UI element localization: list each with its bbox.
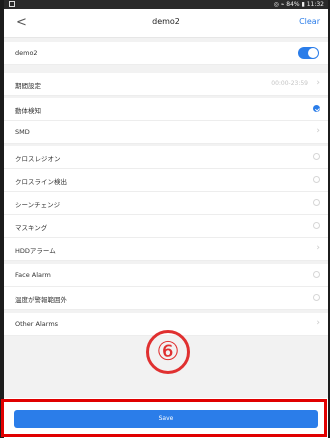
device-label: demo2 (15, 49, 38, 57)
setting-row[interactable]: SMD › (4, 121, 328, 144)
setting-row[interactable]: クロスレジオン (4, 146, 328, 169)
notification-icon (9, 1, 15, 7)
chevron-right-icon: › (316, 243, 320, 253)
page-title: demo2 (152, 17, 180, 26)
device-row: demo2 (4, 42, 328, 65)
radio-icon[interactable] (313, 176, 320, 183)
app-frame: ◎ ⌁ 84% ▮ 11:32 < demo2 Clear demo2 期間設定… (4, 0, 328, 438)
status-info: ◎ ⌁ 84% ▮ 11:32 (273, 1, 324, 8)
setting-label: クロスレジオン (15, 155, 61, 163)
alarm-list: 期間設定 00:00-23:59 › 動体検知 SMD › クロスレジオン クロスライン検出シ… (4, 73, 328, 336)
setting-row[interactable]: マスキング (4, 215, 328, 238)
section-gap (4, 65, 328, 73)
setting-row[interactable]: 温度が警報範囲外 (4, 287, 328, 310)
device-toggle[interactable] (298, 47, 319, 59)
chevron-right-icon: › (316, 318, 320, 328)
setting-row[interactable]: 動体検知 (4, 98, 328, 121)
setting-label: シーンチェンジ (15, 201, 61, 209)
setting-row[interactable]: Face Alarm (4, 264, 328, 287)
status-bar: ◎ ⌁ 84% ▮ 11:32 (4, 0, 328, 9)
setting-row[interactable]: HDDアラーム › (4, 238, 328, 261)
radio-icon[interactable] (313, 199, 320, 206)
radio-icon[interactable] (313, 294, 320, 301)
setting-label: 温度が警報範囲外 (15, 296, 67, 304)
setting-label: 動体検知 (15, 107, 41, 115)
radio-icon[interactable] (313, 153, 320, 160)
setting-value: 00:00-23:59 (271, 80, 308, 87)
chevron-right-icon: › (316, 78, 320, 88)
save-button[interactable]: Save (14, 410, 318, 428)
setting-label: クロスライン検出 (15, 178, 67, 186)
step-marker: ⑥ (146, 330, 190, 374)
setting-row[interactable]: シーンチェンジ (4, 192, 328, 215)
setting-label: HDDアラーム (15, 247, 56, 255)
setting-label: SMD (15, 128, 30, 136)
chevron-right-icon: › (316, 126, 320, 136)
setting-label: Face Alarm (15, 271, 51, 279)
setting-label: マスキング (15, 224, 48, 232)
check-circle-icon[interactable] (313, 105, 320, 112)
setting-label: 期間設定 (15, 82, 41, 90)
radio-icon[interactable] (313, 222, 320, 229)
clear-button[interactable]: Clear (299, 17, 320, 26)
setting-row[interactable]: 期間設定 00:00-23:59 › (4, 73, 328, 96)
setting-row[interactable]: クロスライン検出 (4, 169, 328, 192)
setting-label: Other Alarms (15, 320, 59, 328)
radio-icon[interactable] (313, 271, 320, 278)
nav-bar: < demo2 Clear (4, 9, 328, 38)
